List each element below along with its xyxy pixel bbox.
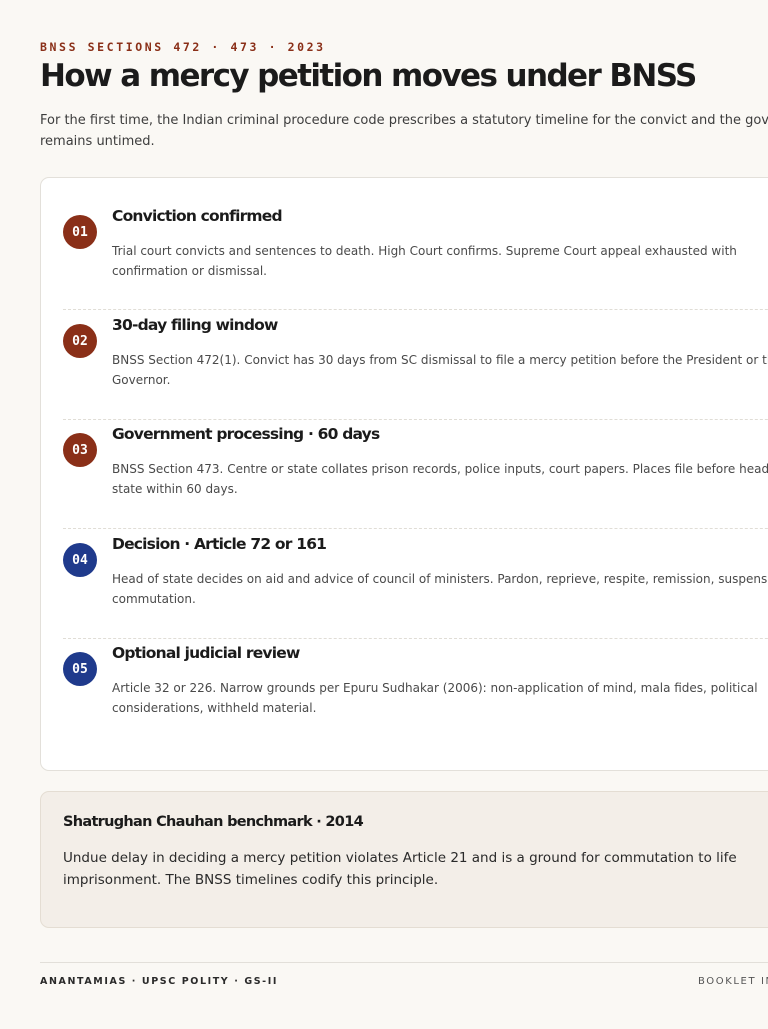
step-title: Conviction confirmed [112,207,283,225]
step-description: BNSS Section 472(1). Convict has 30 days… [112,353,768,387]
step-description: Article 32 or 226. Narrow grounds per Ep… [112,681,758,715]
step-description: Trial court convicts and sentences to de… [112,244,737,278]
callout-title: Shatrughan Chauhan benchmark · 2014 [63,814,364,830]
callout-body: Undue delay in deciding a mercy petition… [63,850,737,888]
step-title: Optional judicial review [112,644,300,662]
step-divider [63,638,768,639]
footer-divider [40,962,768,963]
step-number-badge: 04 [63,543,97,577]
step-title: Government processing · 60 days [112,425,380,443]
step-divider [63,309,768,310]
step-divider [63,419,768,420]
step-description: BNSS Section 473. Centre or state collat… [112,462,768,496]
process-steps-card: 01 Conviction confirmed Trial court conv… [40,177,768,771]
footer-booklet-link[interactable]: BOOKLET INDEX [698,976,768,987]
step-number-badge: 02 [63,324,97,358]
step-number-badge: 01 [63,215,97,249]
step-title: 30-day filing window [112,316,278,334]
benchmark-callout: Shatrughan Chauhan benchmark · 2014 Undu… [40,791,768,928]
step-description: Head of state decides on aid and advice … [112,572,768,606]
page-lede: For the first time, the Indian criminal … [40,113,768,149]
step-number-badge: 05 [63,652,97,686]
step-number-badge: 03 [63,433,97,467]
page: BNSS SECTIONS 472 · 473 · 2023 How a mer… [0,0,768,1029]
section-eyebrow: BNSS SECTIONS 472 · 473 · 2023 [40,40,326,54]
step-divider [63,528,768,529]
page-title: How a mercy petition moves under BNSS [40,58,697,94]
footer-source: ANANTAMIAS · UPSC POLITY · GS-II [40,976,278,987]
step-title: Decision · Article 72 or 161 [112,535,327,553]
